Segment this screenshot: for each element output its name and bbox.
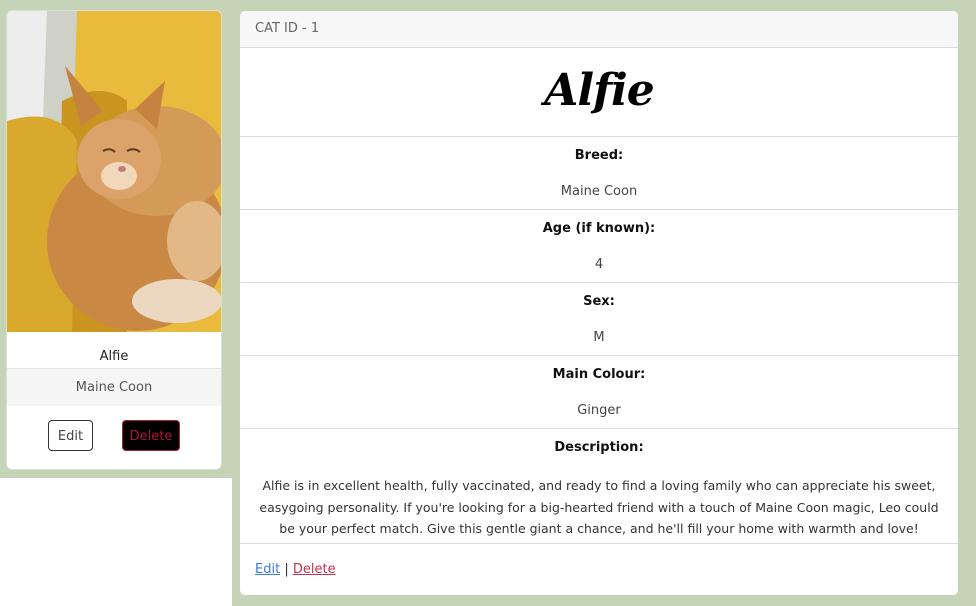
colour-row: Main Colour: Ginger: [240, 356, 958, 429]
card-cat-name: Alfie: [99, 349, 129, 364]
detail-header: CAT ID - 1: [240, 11, 958, 48]
sex-label: Sex:: [583, 294, 615, 309]
cat-photo: [7, 11, 221, 332]
delete-button[interactable]: Delete: [122, 420, 180, 451]
colour-label: Main Colour:: [552, 367, 646, 382]
sex-row: Sex: M: [240, 283, 958, 356]
card-cat-breed: Maine Coon: [7, 368, 221, 406]
breed-value: Maine Coon: [560, 184, 638, 199]
colour-value: Ginger: [577, 403, 621, 418]
breed-label: Breed:: [574, 148, 624, 163]
edit-link[interactable]: Edit: [255, 562, 280, 577]
sex-value: M: [593, 330, 605, 345]
cat-photo-illustration: [7, 11, 221, 332]
age-value: 4: [594, 257, 604, 272]
description-text: Alfie is in excellent health, fully vacc…: [259, 478, 939, 536]
description-label: Description:: [554, 440, 644, 455]
breed-row: Breed: Maine Coon: [240, 137, 958, 210]
delete-link[interactable]: Delete: [293, 562, 336, 577]
description-row: Description: Alfie is in excellent healt…: [240, 429, 958, 544]
cat-detail-panel: CAT ID - 1 Alfie Breed: Maine Coon Age (…: [240, 11, 958, 595]
detail-footer: Edit | Delete: [255, 562, 336, 577]
edit-button[interactable]: Edit: [48, 420, 93, 451]
age-row: Age (if known): 4: [240, 210, 958, 283]
cat-id-label: CAT ID - 1: [255, 21, 320, 36]
age-label: Age (if known):: [542, 221, 656, 236]
page-blank-area: [0, 478, 232, 606]
link-separator: |: [284, 562, 289, 577]
cat-card: Alfie Maine Coon Edit Delete: [7, 11, 221, 469]
cat-name-heading: Alfie: [240, 48, 958, 137]
